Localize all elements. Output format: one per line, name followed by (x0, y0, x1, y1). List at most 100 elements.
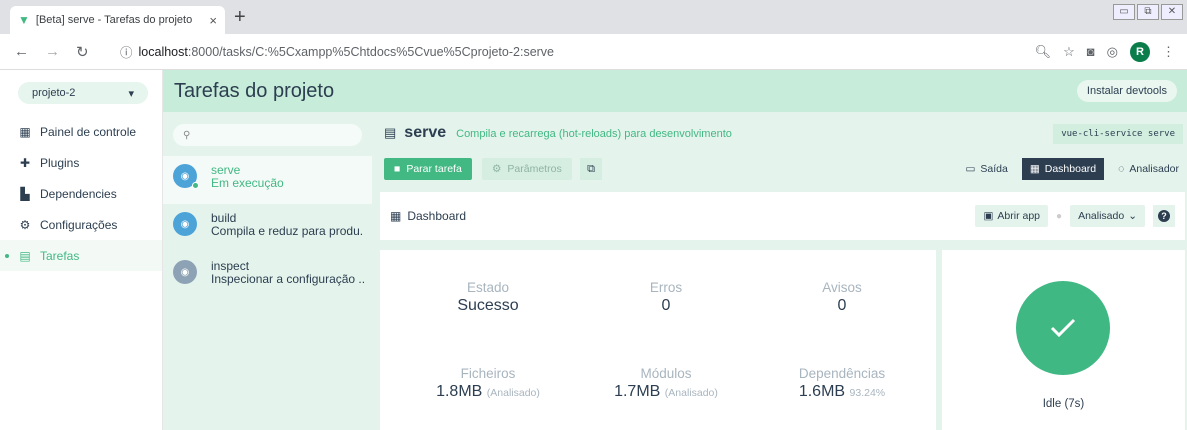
sidebar-item-plugins[interactable]: ✚ Plugins (0, 147, 162, 178)
stat-value: 1.7MB (Analisado) (576, 383, 756, 401)
external-link-icon: ⧉ (587, 162, 595, 175)
chevron-down-icon: ⌄ (1128, 210, 1137, 222)
task-detail-description: Compila e recarrega (hot-reloads) para d… (456, 128, 732, 140)
task-search-input[interactable]: ⚲ (173, 124, 362, 146)
tab-output[interactable]: ▭ Saída (957, 158, 1015, 180)
forward-icon[interactable]: → (45, 43, 60, 61)
url-path: :8000/tasks/C:%5Cxampp%5Chtdocs%5Cvue%5C… (187, 44, 555, 59)
extension-icon[interactable]: ◎ (1107, 44, 1118, 60)
browser-tab[interactable]: ▼ [Beta] serve - Tarefas do projeto × (10, 6, 225, 34)
stop-task-button[interactable]: ■ Parar tarefa (384, 158, 472, 180)
build-status-card: Idle (7s) (942, 250, 1185, 430)
running-status-dot (192, 182, 199, 189)
task-item-build[interactable]: ◉ build Compila e reduz para produ... (163, 204, 372, 252)
mode-select-value: Analisado (1078, 210, 1125, 222)
window-controls: ▭ ⧉ ✕ (1113, 4, 1183, 20)
tab-output-label: Saída (980, 163, 1008, 175)
sidebar-item-tasks[interactable]: ▤ Tarefas (0, 240, 162, 271)
task-description: Em execução (211, 177, 284, 190)
stat-warnings: Avisos 0 (752, 280, 932, 315)
project-selector[interactable]: projeto-2 ▾ (18, 82, 148, 104)
dashboard-icon: ▦ (390, 209, 402, 223)
parameters-label: Parâmetros (507, 163, 562, 175)
sidebar-item-dashboard[interactable]: ▦ Painel de controle (0, 116, 162, 147)
sidebar-item-label: Tarefas (40, 248, 80, 263)
task-item-serve[interactable]: ◉ serve Em execução (163, 156, 372, 204)
parameters-button[interactable]: ⚙ Parâmetros (482, 158, 572, 180)
new-tab-button[interactable]: + (234, 7, 246, 27)
stat-label: Avisos (822, 280, 862, 295)
vue-logo-icon: ▼ (18, 13, 30, 27)
camera-icon[interactable]: ◙ (1087, 44, 1095, 59)
profile-avatar[interactable]: R (1130, 41, 1150, 62)
sidebar-item-dependencies[interactable]: ▙ Dependencies (0, 178, 162, 209)
stat-value: 0 (661, 297, 671, 314)
sidebar-item-label: Dependencies (40, 186, 117, 201)
help-button[interactable]: ? (1153, 205, 1175, 227)
stat-label: Erros (649, 280, 683, 295)
tab-dashboard-label: Dashboard (1044, 163, 1097, 175)
open-in-browser-icon: ▣ (983, 210, 994, 222)
dashboard-title: Dashboard (407, 209, 467, 223)
stop-task-label: Parar tarefa (406, 163, 462, 175)
browser-tab-bar: ▼ [Beta] serve - Tarefas do projeto × + … (0, 0, 1187, 34)
reload-icon[interactable]: ↻ (76, 43, 89, 61)
url-field[interactable]: ⓘ localhost:8000/tasks/C:%5Cxampp%5Chtdo… (120, 38, 1035, 66)
sidebar-item-configurations[interactable]: ⚙ Configurações (0, 209, 162, 240)
idle-status-text: Idle (7s) (1042, 398, 1085, 410)
open-external-button[interactable]: ⧉ (580, 158, 602, 180)
bookmark-star-icon[interactable]: ☆ (1063, 44, 1075, 60)
stat-value-main: 1.6MB (798, 383, 846, 400)
puzzle-icon: ✚ (19, 155, 31, 170)
task-icon: ◉ (173, 212, 197, 236)
mode-select[interactable]: Analisado ⌄ (1070, 205, 1145, 227)
dropdown-arrow-icon: ▾ (128, 87, 134, 100)
sidebar-item-label: Painel de controle (40, 124, 137, 139)
sidebar-item-label: Plugins (40, 155, 80, 170)
open-app-button[interactable]: ▣ Abrir app (975, 205, 1049, 227)
task-list: ⚲ ◉ serve Em execução ◉ build Compila e … (163, 112, 372, 430)
check-icon (1050, 318, 1076, 338)
task-item-inspect[interactable]: ◉ inspect Inspecionar a configuração ... (163, 252, 372, 300)
command-badge: vue-cli-service serve (1053, 124, 1183, 144)
stat-value: 1.6MB 93.24% (752, 383, 932, 401)
task-name: serve (211, 164, 241, 177)
dashboard-icon: ▦ (1029, 163, 1040, 175)
search-icon: ⚲ (183, 129, 191, 141)
task-document-icon: ▤ (384, 125, 397, 140)
page-title: Tarefas do projeto (174, 79, 335, 102)
stat-value-sub: (Analisado) (486, 387, 540, 399)
info-icon[interactable]: ⓘ (120, 42, 133, 61)
browser-tab-title: [Beta] serve - Tarefas do projeto (35, 14, 193, 26)
stat-modules: Módulos 1.7MB (Analisado) (576, 366, 756, 401)
analyzer-icon: ◌ (1118, 163, 1125, 175)
tab-dashboard[interactable]: ▦ Dashboard (1021, 158, 1105, 180)
task-detail-name: serve (404, 124, 447, 141)
task-description: Compila e reduz para produ... (211, 225, 364, 238)
close-window-icon[interactable]: ✕ (1161, 4, 1183, 20)
task-description: Inspecionar a configuração ... (211, 273, 364, 286)
help-icon: ? (1158, 210, 1170, 222)
close-tab-icon[interactable]: × (209, 13, 217, 28)
stat-errors: Erros 0 (576, 280, 756, 315)
stats-card: Estado Sucesso Erros 0 Avisos 0 Ficheiro… (380, 250, 936, 430)
stat-value: Sucesso (457, 297, 519, 314)
sidebar-item-label: Configurações (40, 217, 118, 232)
stat-value-sub: 93.24% (849, 387, 886, 399)
task-name: build (211, 212, 237, 225)
restore-icon[interactable]: ⧉ (1137, 4, 1159, 20)
stat-value-main: 1.8MB (436, 383, 483, 400)
zoom-icon[interactable]: 🔍︎ (1035, 44, 1052, 60)
install-devtools-button[interactable]: Instalar devtools (1076, 80, 1177, 102)
back-icon[interactable]: ← (14, 43, 29, 61)
task-name: inspect (211, 260, 250, 273)
minimize-icon[interactable]: ▭ (1113, 4, 1135, 20)
stat-label: Estado (466, 280, 510, 295)
stop-icon: ■ (394, 163, 401, 175)
tab-analyzer[interactable]: ◌ Analisador (1110, 158, 1187, 180)
url-host: localhost (138, 44, 188, 59)
menu-kebab-icon[interactable]: ⋮ (1162, 44, 1175, 60)
project-selector-value: projeto-2 (32, 87, 76, 99)
stat-value-sub: (Analisado) (664, 387, 718, 399)
stat-label: Módulos (640, 366, 692, 381)
